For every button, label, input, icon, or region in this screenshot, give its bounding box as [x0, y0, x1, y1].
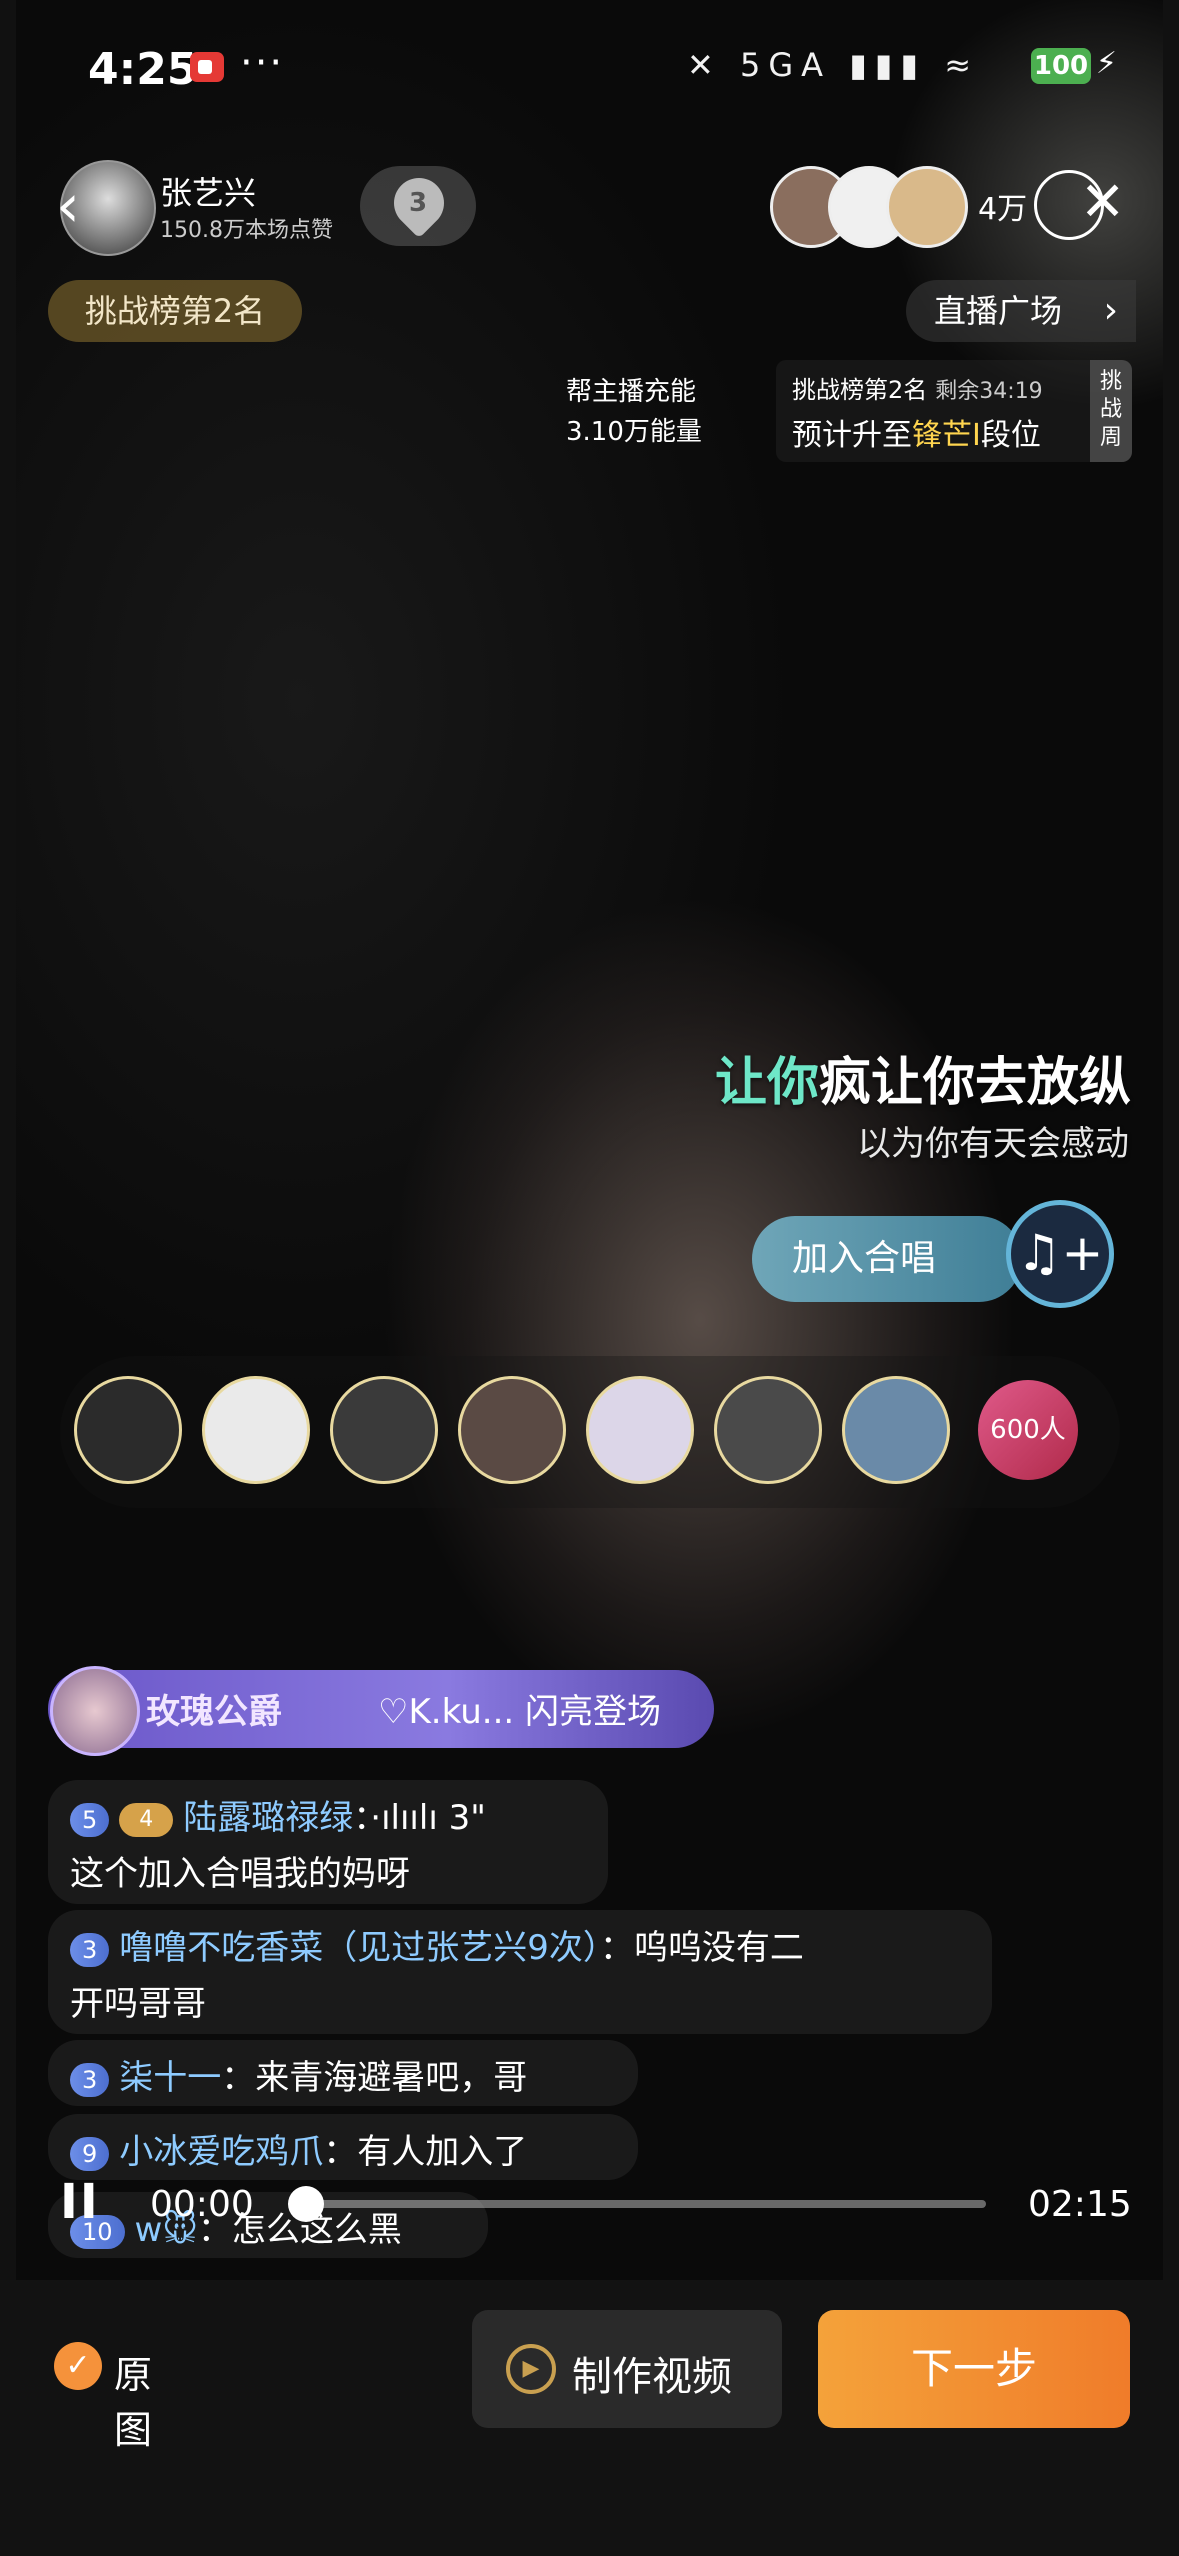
make-video-button[interactable]: ▶ 制作视频: [472, 2310, 782, 2428]
live-plaza-button[interactable]: 直播广场 ›: [906, 280, 1136, 342]
total-time: 02:15: [1028, 2184, 1132, 2225]
entrance-rank: 玫瑰公爵: [146, 1692, 282, 1732]
current-time: 00:00: [150, 2184, 254, 2225]
challenge-remaining: 剩余34:19: [935, 379, 1043, 404]
chat-text: 这个加入合唱我的妈呀: [70, 1854, 410, 1894]
live-video-stage: 4:25 ··· ✕ 5GA ▮▮▮ ≈ 100 ⚡ ‹ 张艺兴 150.8万本…: [0, 0, 1179, 2280]
singer-avatar[interactable]: [458, 1376, 566, 1484]
voice-message[interactable]: ·ılıılı 3": [370, 1798, 486, 1838]
video-player-controls: II 00:00 02:15: [0, 2170, 1179, 2240]
signal-icons: ✕ 5GA ▮▮▮ ≈: [686, 46, 979, 84]
battery-icon: 100: [1031, 48, 1091, 84]
chat-text-continued: 开吗哥哥: [70, 1984, 206, 2024]
clock: 4:25: [88, 44, 198, 95]
right-edge: [1163, 0, 1179, 2280]
singer-avatar[interactable]: [202, 1376, 310, 1484]
pause-icon[interactable]: II: [60, 2174, 100, 2230]
chat-message[interactable]: 3 噜噜不吃香菜（见过张艺兴9次）：呜呜没有二 开吗哥哥: [48, 1910, 992, 2034]
energy-title: 帮主播充能: [566, 377, 697, 407]
entrance-message: ♡K.ku... 闪亮登场: [378, 1692, 662, 1732]
level-badge: 3: [70, 2062, 110, 2097]
chat-username: 陆露璐禄绿: [183, 1798, 354, 1838]
challenge-week-tag: 挑战周: [1090, 360, 1132, 462]
singer-avatar[interactable]: [330, 1376, 438, 1484]
chat-username: 噜噜不吃香菜（见过张艺兴9次）: [119, 1928, 600, 1968]
level-badge: 9: [70, 2136, 110, 2171]
chat-text: 来青海避暑吧，哥: [255, 2058, 528, 2098]
forecast-prefix: 预计升至: [792, 418, 912, 453]
back-chevron-icon[interactable]: ‹: [56, 176, 80, 236]
chevron-right-icon: ›: [1103, 290, 1118, 331]
singer-avatar[interactable]: [842, 1376, 950, 1484]
singer-avatar[interactable]: [714, 1376, 822, 1484]
next-step-button[interactable]: 下一步: [818, 2310, 1130, 2428]
energy-value: 3.10万能量: [566, 417, 702, 447]
viewer-count[interactable]: 4万: [978, 184, 1027, 228]
screen-record-icon: [190, 52, 224, 82]
music-add-icon[interactable]: ♫+: [1006, 1200, 1114, 1308]
challenge-title: 挑战榜第2名: [792, 376, 928, 404]
entrance-avatar: [50, 1666, 140, 1756]
lyric-sung: 让你: [714, 1053, 819, 1113]
left-edge: [0, 0, 16, 2280]
singer-count[interactable]: 600人: [978, 1380, 1078, 1480]
close-icon[interactable]: ✕: [1080, 170, 1125, 234]
host-likes: 150.8万本场点赞: [160, 218, 333, 243]
challenge-forecast: 预计升至锋芒I段位: [792, 410, 1041, 454]
host-name: 张艺兴: [160, 174, 257, 212]
join-chorus-button[interactable]: 加入合唱: [752, 1216, 1022, 1302]
forecast-suffix: 段位: [980, 418, 1041, 453]
level-badge: 5: [70, 1802, 110, 1837]
lyric-current: 让你疯让你去放纵: [715, 1040, 1131, 1115]
bottom-toolbar: ✓ 原图 ▶ 制作视频 下一步: [0, 2280, 1179, 2556]
chat-text: 有人加入了: [357, 2132, 528, 2172]
challenge-panel[interactable]: 挑战榜第2名 剩余34:19 预计升至锋芒I段位 挑战周: [776, 360, 1132, 462]
chat-text: 呜呜没有二: [633, 1928, 804, 1968]
lyric-unsung: 疯让你去放纵: [818, 1053, 1131, 1113]
singer-avatar[interactable]: [74, 1376, 182, 1484]
play-circle-icon: ▶: [506, 2344, 556, 2394]
level-badge: 3: [70, 1932, 110, 1967]
chat-message[interactable]: 5 4 陆露璐禄绿：·ılıılı 3" 这个加入合唱我的妈呀: [48, 1780, 608, 1904]
entrance-banner: 玫瑰公爵 ♡K.ku... 闪亮登场: [48, 1666, 714, 1756]
lyric-next: 以为你有天会感动: [857, 1124, 1129, 1164]
challenge-title-row: 挑战榜第2名 剩余34:19: [792, 370, 1043, 405]
rank-pill[interactable]: 挑战榜第2名: [48, 280, 302, 342]
chat-username: 小冰爱吃鸡爪: [119, 2132, 324, 2172]
fan-badge: 4: [119, 1802, 174, 1837]
chat-message[interactable]: 3 柒十一：来青海避暑吧，哥: [48, 2040, 638, 2106]
charging-icon: ⚡: [1095, 46, 1117, 81]
live-plaza-label: 直播广场: [934, 292, 1063, 330]
singer-avatar[interactable]: [586, 1376, 694, 1484]
forecast-highlight: 锋芒I: [912, 418, 981, 453]
progress-knob[interactable]: [288, 2186, 324, 2222]
fan-club-badge[interactable]: 3: [360, 166, 476, 246]
viewer-avatar[interactable]: [886, 166, 968, 248]
chat-username: 柒十一: [119, 2058, 222, 2098]
chorus-singers: 600人: [60, 1356, 1120, 1508]
original-image-label[interactable]: 原图: [114, 2344, 152, 2454]
more-notifications-icon: ···: [240, 40, 285, 86]
checkmark-icon[interactable]: ✓: [54, 2342, 102, 2390]
fan-level: 3: [408, 188, 428, 218]
energy-boost[interactable]: 帮主播充能 3.10万能量: [566, 372, 702, 452]
make-video-label: 制作视频: [572, 2354, 732, 2400]
status-bar: 4:25 ··· ✕ 5GA ▮▮▮ ≈ 100 ⚡: [0, 38, 1179, 98]
progress-track[interactable]: [306, 2200, 986, 2208]
